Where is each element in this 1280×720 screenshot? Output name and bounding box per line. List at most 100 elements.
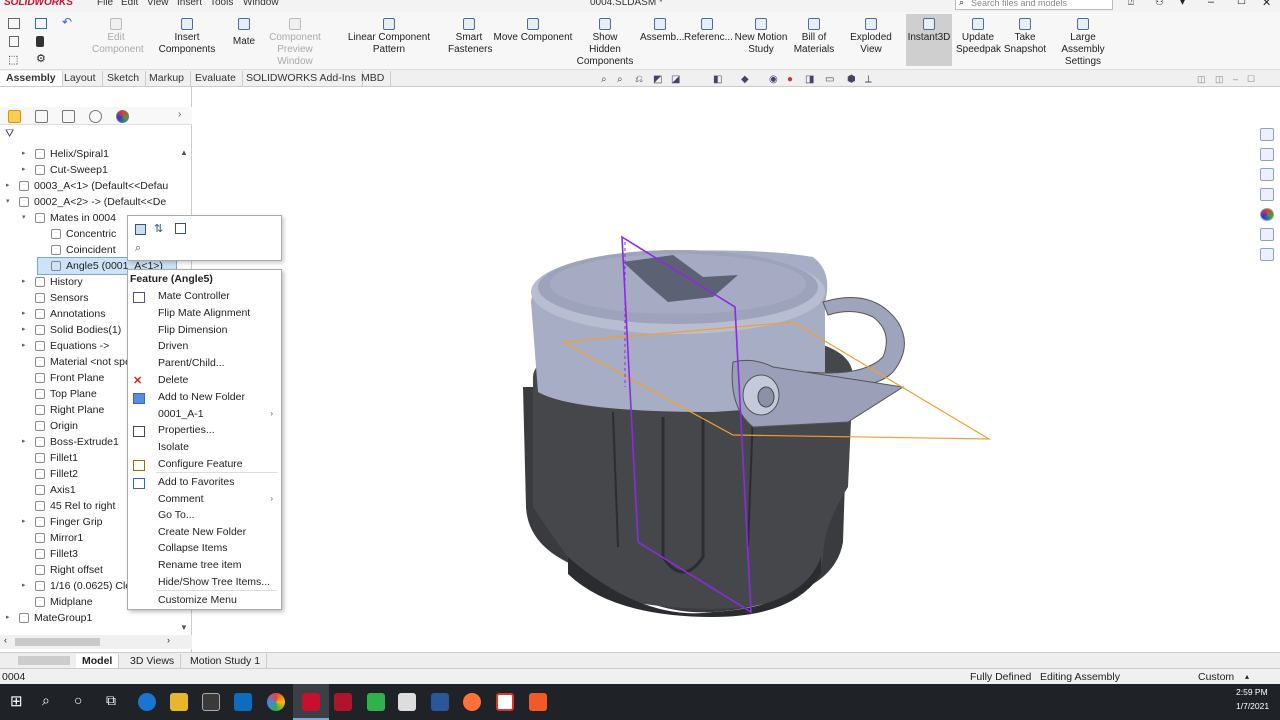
chevron-right-icon[interactable]: › xyxy=(178,109,181,120)
context-menu-item[interactable]: Isolate xyxy=(158,441,189,453)
clock-time[interactable]: 2:59 PM xyxy=(1236,687,1268,697)
insert-components-button[interactable]: Insert Components xyxy=(146,18,228,56)
cortana-icon[interactable]: ○ xyxy=(74,692,82,708)
tree-expand-icon[interactable]: ▸ xyxy=(6,610,14,626)
maximize-icon[interactable]: ☐ xyxy=(1237,0,1246,7)
options-icon[interactable]: ▾ xyxy=(1180,0,1185,8)
clock-date[interactable]: 1/7/2021 xyxy=(1236,701,1269,711)
task-view-icon[interactable]: ⧉ xyxy=(106,692,116,709)
account-icon[interactable]: ⚇ xyxy=(1155,0,1164,8)
tree-expand-icon[interactable]: ▸ xyxy=(22,146,30,162)
tree-item[interactable]: ▾ 0002_A<2> -> (Default<<De xyxy=(6,194,176,210)
move-component-button[interactable]: Move Component xyxy=(493,18,573,44)
edge-icon[interactable] xyxy=(138,693,156,711)
assembly-features-button[interactable]: Assemb... xyxy=(640,18,684,44)
dynamic-annotation-icon[interactable]: ◪ xyxy=(671,74,680,85)
tree-expand-icon[interactable]: ▸ xyxy=(6,178,14,194)
solidworks-icon[interactable] xyxy=(302,693,320,711)
store-icon[interactable] xyxy=(202,693,220,711)
context-menu-item[interactable]: Driven xyxy=(158,340,188,352)
doc-tile-icon[interactable]: ◫ xyxy=(1197,74,1206,85)
tree-expand-icon[interactable]: ▸ xyxy=(22,434,30,450)
menu-edit[interactable]: Edit xyxy=(121,0,138,8)
display-style-icon[interactable]: ◆ xyxy=(741,74,749,85)
tab-solidworks-addins[interactable]: SOLIDWORKS Add-Ins xyxy=(240,71,363,86)
file-explorer-taskbar-icon[interactable] xyxy=(170,693,188,711)
doc-minimize-icon[interactable]: – xyxy=(1233,74,1238,84)
word-icon[interactable] xyxy=(431,693,449,711)
help-icon[interactable]: ⍰ xyxy=(1128,0,1134,8)
smart-fasteners-button[interactable]: Smart Fasteners xyxy=(448,18,492,56)
acrobat-icon[interactable] xyxy=(496,693,514,711)
tree-item[interactable]: ▸ 0003_A<1> (Default<<Defau xyxy=(6,178,176,194)
menu-view[interactable]: View xyxy=(147,0,169,8)
appearances-icon[interactable] xyxy=(1260,208,1274,221)
outlook-icon[interactable] xyxy=(234,693,252,711)
tree-expand-icon[interactable]: ▾ xyxy=(22,210,30,226)
suppress-icon[interactable] xyxy=(175,223,186,234)
tree-expand-icon[interactable]: ▸ xyxy=(22,514,30,530)
tree-expand-icon[interactable]: ▸ xyxy=(22,274,30,290)
scroll-right-icon[interactable]: › xyxy=(167,635,170,645)
select-icon[interactable]: ⬚ xyxy=(8,53,18,66)
configuration-manager-tab-icon[interactable] xyxy=(62,110,75,123)
context-menu-item[interactable]: Create New Folder xyxy=(158,526,246,538)
edit-feature-icon[interactable] xyxy=(135,224,146,235)
scroll-thumb[interactable] xyxy=(15,638,100,646)
doc-maximize-icon[interactable]: ☐ xyxy=(1247,74,1255,85)
tree-expand-icon[interactable]: ▸ xyxy=(22,338,30,354)
context-menu-item[interactable]: Delete xyxy=(158,374,188,386)
context-menu-item[interactable]: Properties... xyxy=(158,424,215,436)
context-menu-item[interactable]: Configure Feature xyxy=(158,458,243,470)
save-icon[interactable] xyxy=(35,18,47,29)
context-menu-item[interactable]: Flip Dimension xyxy=(158,324,227,336)
context-menu-item[interactable]: Mate Controller xyxy=(158,290,230,302)
scroll-down-icon[interactable]: ▼ xyxy=(180,623,188,632)
previous-view-icon[interactable]: ⎌ xyxy=(635,74,643,85)
context-menu-item[interactable]: Rename tree item xyxy=(158,559,241,571)
context-menu-item[interactable]: Parent/Child... xyxy=(158,357,225,369)
tree-item[interactable]: ▸ Cut-Sweep1 xyxy=(22,162,176,178)
filter-icon[interactable]: ⛛ xyxy=(5,128,14,141)
zoom-to-fit-icon[interactable]: ⌕ xyxy=(601,74,607,85)
scroll-left-icon[interactable]: ‹ xyxy=(4,635,7,645)
tab-assembly[interactable]: Assembly xyxy=(0,71,63,86)
flip-alignment-icon[interactable]: ⇅ xyxy=(154,222,163,235)
solidworks-resources-icon[interactable] xyxy=(1260,128,1274,141)
tree-expand-icon[interactable]: ▸ xyxy=(22,162,30,178)
context-menu-item[interactable]: Add to New Folder xyxy=(158,391,245,403)
context-menu-item[interactable]: Comment xyxy=(158,493,204,505)
context-menu-item[interactable]: Hide/Show Tree Items... xyxy=(158,576,270,588)
linear-component-pattern-button[interactable]: Linear Component Pattern xyxy=(333,18,445,56)
instant3d-button[interactable]: Instant3D xyxy=(906,14,952,66)
chrome-icon[interactable] xyxy=(267,693,285,711)
graphics-area[interactable]: ⌕ ⌕ ⎌ ◩ ◪ ◧ ◆ ◉ ● ◨ ▭ ⬢ ⟂ ◫ ◫ – ☐ xyxy=(193,74,1255,652)
take-snapshot-button[interactable]: Take Snapshot xyxy=(1003,18,1047,56)
close-icon[interactable]: ✕ xyxy=(1262,0,1271,9)
reference-geometry-button[interactable]: Referenc... xyxy=(684,18,733,44)
large-assembly-settings-button[interactable]: Large Assembly Settings xyxy=(1048,18,1118,68)
tab-mbd[interactable]: MBD xyxy=(355,71,392,86)
tree-horizontal-scrollbar[interactable]: ‹ › xyxy=(0,635,192,649)
file-explorer-icon[interactable] xyxy=(1260,168,1274,181)
tree-expand-icon[interactable]: ▸ xyxy=(22,578,30,594)
assembly-model[interactable] xyxy=(193,87,1255,652)
solidworks-launcher-icon[interactable] xyxy=(334,693,352,711)
camtasia-icon[interactable] xyxy=(367,693,385,711)
edit-appearance-icon[interactable]: ● xyxy=(787,74,793,85)
snipping-tool-icon[interactable] xyxy=(398,693,416,711)
bill-of-materials-button[interactable]: Bill of Materials xyxy=(792,18,836,56)
update-speedpak-button[interactable]: Update Speedpak xyxy=(956,18,1001,56)
zoom-to-selection-icon[interactable]: ⌕ xyxy=(135,242,141,255)
view-palette-icon[interactable] xyxy=(1260,188,1274,201)
custom-properties-icon[interactable] xyxy=(1260,228,1274,241)
scenes-icon[interactable]: ◨ xyxy=(805,74,814,85)
display-pane-icon[interactable]: ⬢ xyxy=(847,74,856,85)
menu-window[interactable]: Window xyxy=(243,0,279,8)
tree-expand-icon[interactable]: ▸ xyxy=(22,306,30,322)
firefox-icon[interactable] xyxy=(463,693,481,711)
menu-file[interactable]: File xyxy=(97,0,113,8)
feature-tree-tab-icon[interactable] xyxy=(8,110,21,123)
dimxpert-tab-icon[interactable] xyxy=(89,110,102,123)
context-menu-item[interactable]: Flip Mate Alignment xyxy=(158,307,250,319)
